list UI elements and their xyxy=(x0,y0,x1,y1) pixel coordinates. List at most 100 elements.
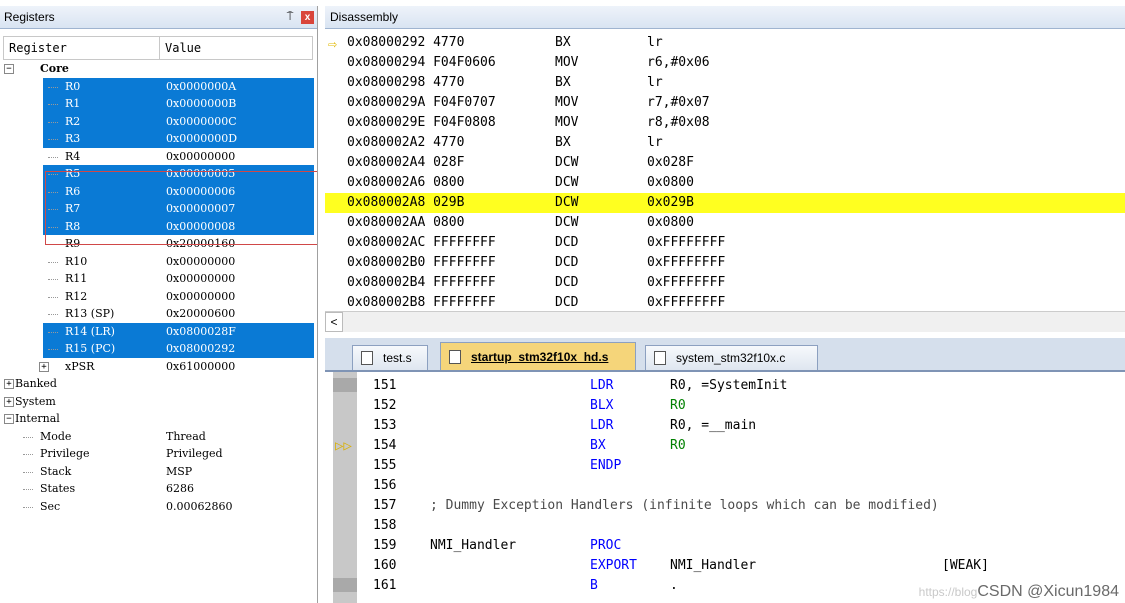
code-keyword: BX xyxy=(590,438,606,453)
register-row[interactable]: R4 0x00000000 xyxy=(3,148,313,166)
expand-banked-icon[interactable]: + xyxy=(4,379,14,389)
code-line[interactable]: 151 LDR R0, =SystemInit xyxy=(325,376,1125,396)
register-row-xpsr-label: xPSR xyxy=(65,359,95,373)
expand-xpsr-icon[interactable]: + xyxy=(39,361,49,372)
registers-tree: Register Value − Core R0 0x0000000A R1 0x0000… xyxy=(3,36,314,516)
tab-label: system_stm32f10x.c xyxy=(676,351,786,365)
disassembly-line[interactable]: 0x080002A4 028F DCW 0x028F xyxy=(325,153,1125,173)
code-line[interactable]: 153 LDR R0, =__main xyxy=(325,416,1125,436)
internal-row[interactable]: Mode Thread xyxy=(3,428,313,446)
disassembly-mnemonic: DCD xyxy=(555,235,579,250)
register-row-value: 0x20000600 xyxy=(166,307,236,320)
disassembly-line[interactable]: 0x080002AA 0800 DCW 0x0800 xyxy=(325,213,1125,233)
disassembly-line[interactable]: 0x080002A2 4770 BX lr xyxy=(325,133,1125,153)
register-row[interactable]: R1 0x0000000B xyxy=(3,95,314,113)
disassembly-line[interactable]: 0x080002A8 029B DCW 0x029B xyxy=(325,193,1125,213)
register-row[interactable]: R0 0x0000000A xyxy=(3,77,314,95)
code-line[interactable]: 159 NMI_Handler PROC xyxy=(325,536,1125,556)
internal-row-label: States xyxy=(40,482,76,495)
close-icon[interactable]: x xyxy=(301,10,314,24)
register-row[interactable]: R14 (LR) 0x0800028F xyxy=(3,322,314,340)
disassembly-address: 0x080002A8 029B xyxy=(347,195,465,210)
register-rows: − Core R0 0x0000000A R1 0x0000000B R2 0x0000000… xyxy=(3,60,314,516)
code-editor[interactable]: 151 LDR R0, =SystemInit 152 BLX R0 153 LDR R0, =… xyxy=(325,372,1125,603)
register-row[interactable]: R10 0x00000000 xyxy=(3,253,313,271)
register-row[interactable]: R11 0x00000000 xyxy=(3,270,313,288)
register-row-value: 0x00000000 xyxy=(166,149,236,163)
disassembly-address: 0x080002B0 FFFFFFFF xyxy=(347,255,496,270)
disassembly-mnemonic: DCD xyxy=(555,295,579,310)
tree-node-banked[interactable]: + Banked xyxy=(3,375,313,393)
expand-system-icon[interactable]: + xyxy=(4,396,14,407)
register-row-label: R10 xyxy=(65,254,88,268)
file-icon xyxy=(361,351,373,365)
tab-system[interactable]: system_stm32f10x.c xyxy=(645,345,818,370)
register-row[interactable]: R15 (PC) 0x08000292 xyxy=(3,340,314,358)
disassembly-line[interactable]: 0x080002B0 FFFFFFFF DCD 0xFFFFFFFF xyxy=(325,253,1125,273)
scroll-left-button[interactable]: < xyxy=(325,312,343,332)
tab-test-s[interactable]: test.s xyxy=(352,345,428,370)
disassembly-line[interactable]: 0x080002A6 0800 DCW 0x0800 xyxy=(325,173,1125,193)
tab-startup[interactable]: startup_stm32f10x_hd.s xyxy=(440,342,636,370)
tree-node-core[interactable]: − Core xyxy=(3,60,313,78)
code-operand: R0, =__main xyxy=(670,418,757,433)
disassembly-line[interactable]: 0x0800029E F04F0808 MOV r8,#0x08 xyxy=(325,113,1125,133)
collapse-core-icon[interactable]: − xyxy=(4,64,14,74)
disassembly-mnemonic: DCD xyxy=(555,255,579,270)
code-line[interactable]: 156 xyxy=(325,476,1125,496)
registers-title: Registers xyxy=(4,10,55,24)
code-keyword: LDR xyxy=(590,378,614,393)
disassembly-line[interactable]: 0x080002AC FFFFFFFF DCD 0xFFFFFFFF xyxy=(325,233,1125,253)
code-attribute: [WEAK] xyxy=(942,558,989,573)
internal-row[interactable]: Sec 0.00062860 xyxy=(3,498,313,516)
register-row-label: R13 (SP) xyxy=(65,307,115,320)
code-line[interactable]: 157 ; Dummy Exception Handlers (infinite … xyxy=(325,496,1125,516)
register-row-xpsr[interactable]: + xPSR 0x61000000 xyxy=(3,358,313,376)
execution-arrow-icon: ▷▷ xyxy=(335,438,352,454)
code-line[interactable]: ▷▷ 154 BX R0 xyxy=(325,436,1125,456)
disassembly-operands: 0x0800 xyxy=(647,175,694,190)
register-row[interactable]: R3 0x0000000D xyxy=(3,130,314,148)
collapse-internal-icon[interactable]: − xyxy=(4,414,14,424)
annotation-box xyxy=(45,171,317,245)
horizontal-scrollbar[interactable]: < xyxy=(325,311,1125,332)
code-operand: R0, =SystemInit xyxy=(670,378,788,393)
disassembly-line[interactable]: 0x080002B4 FFFFFFFF DCD 0xFFFFFFFF xyxy=(325,273,1125,293)
register-row-value: 0x0000000C xyxy=(166,114,237,128)
disassembly-line[interactable]: 0x08000298 4770 BX lr xyxy=(325,73,1125,93)
register-row-xpsr-value: 0x61000000 xyxy=(166,359,236,373)
register-row[interactable]: R12 0x00000000 xyxy=(3,288,313,306)
disassembly-operands: r6,#0x06 xyxy=(647,55,710,70)
disassembly-mnemonic: MOV xyxy=(555,115,579,130)
tree-node-internal[interactable]: − Internal xyxy=(3,410,313,428)
code-line[interactable]: 158 xyxy=(325,516,1125,536)
tree-connector xyxy=(48,296,58,298)
code-operand: R0 xyxy=(670,438,686,453)
internal-row[interactable]: States 6286 xyxy=(3,480,313,498)
line-number: 152 xyxy=(373,398,397,413)
code-comment: ; Dummy Exception Handlers (infinite loo… xyxy=(430,498,939,513)
internal-row-label: Sec xyxy=(40,499,61,513)
internal-row[interactable]: Stack MSP xyxy=(3,463,313,481)
disassembly-line[interactable]: 0x08000294 F04F0606 MOV r6,#0x06 xyxy=(325,53,1125,73)
column-register[interactable]: Register xyxy=(4,37,160,59)
register-row-label: R15 (PC) xyxy=(65,342,116,355)
internal-row[interactable]: Privilege Privileged xyxy=(3,445,313,463)
register-row-value: 0x00000000 xyxy=(166,289,236,303)
disassembly-line[interactable]: 0x080002B8 FFFFFFFF DCD 0xFFFFFFFF xyxy=(325,293,1125,313)
code-keyword: PROC xyxy=(590,538,622,553)
register-row-label: R2 xyxy=(65,114,81,128)
disassembly-line[interactable]: ⇨ 0x08000292 4770 BX lr xyxy=(325,33,1125,53)
line-number: 154 xyxy=(373,438,397,453)
disassembly-operands: 0x029B xyxy=(647,195,694,210)
code-line[interactable]: 155 ENDP xyxy=(325,456,1125,476)
code-line[interactable]: 152 BLX R0 xyxy=(325,396,1125,416)
register-row[interactable]: R2 0x0000000C xyxy=(3,112,314,130)
tree-node-system[interactable]: + System xyxy=(3,393,313,411)
column-value[interactable]: Value xyxy=(160,37,201,59)
disassembly-panel: Disassembly ⇨ 0x08000292 4770 BX lr 0x080002… xyxy=(325,6,1125,336)
register-row[interactable]: R13 (SP) 0x20000600 xyxy=(3,305,313,323)
disassembly-line[interactable]: 0x0800029A F04F0707 MOV r7,#0x07 xyxy=(325,93,1125,113)
code-line[interactable]: 160 EXPORT NMI_Handler [WEAK] xyxy=(325,556,1125,576)
pin-icon[interactable]: ⍑ xyxy=(283,11,297,24)
